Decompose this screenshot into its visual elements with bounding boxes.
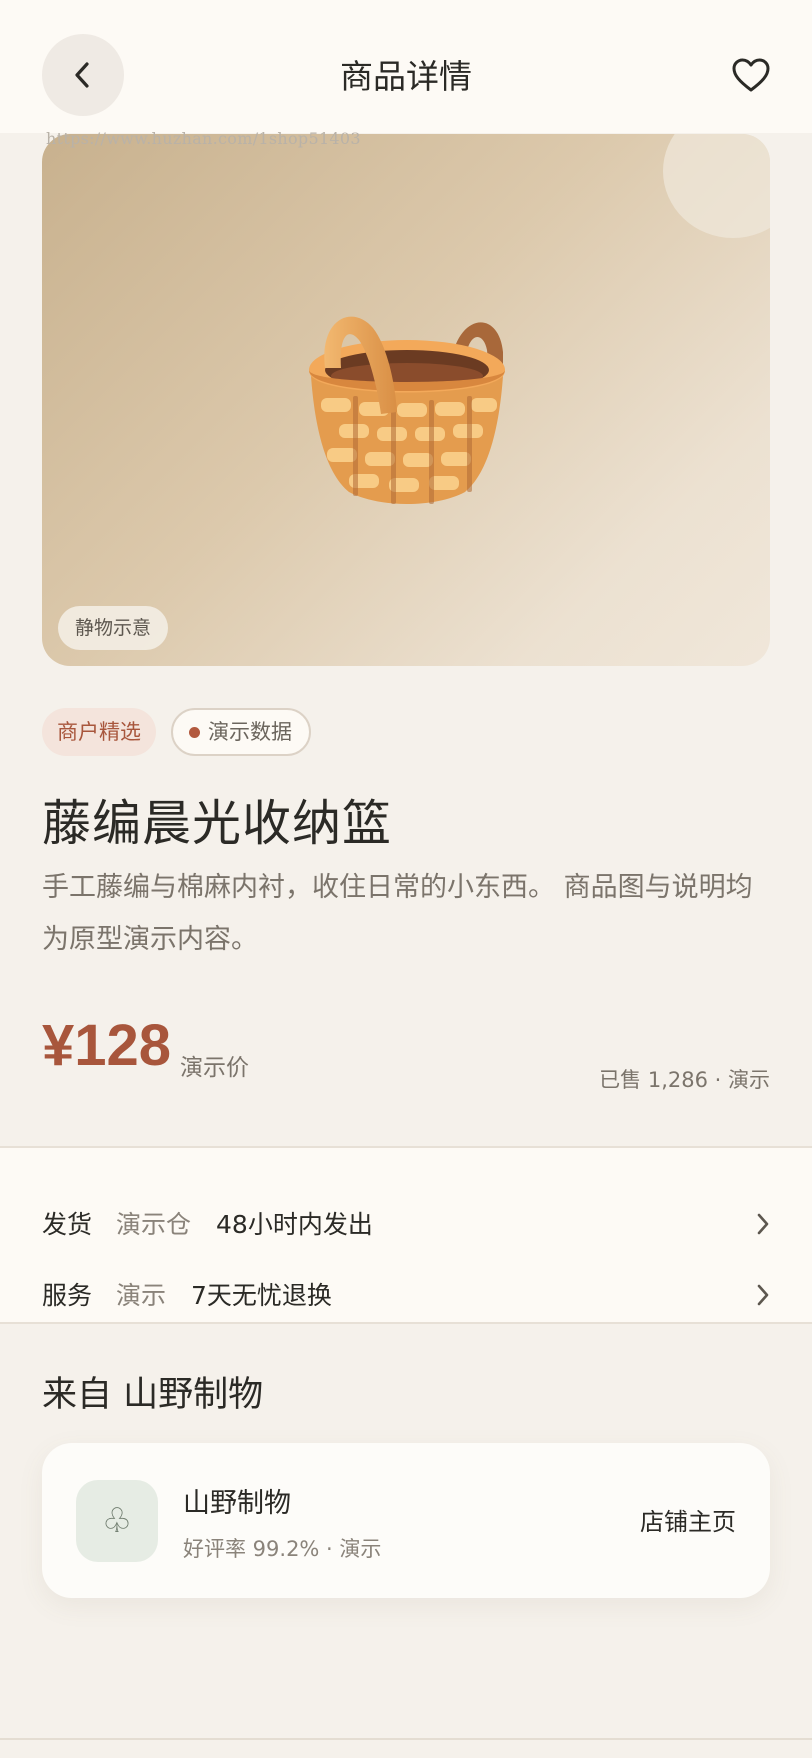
info-section: 发货 演示仓 48小时内发出 服务 演示 7天无忧退换 — [0, 1146, 812, 1324]
price-label: 演示价 — [180, 1055, 249, 1081]
store-name: 山野制物 — [183, 1488, 291, 1519]
service-key: 服务 — [42, 1281, 93, 1310]
top-bar: 商品详情 — [0, 0, 812, 133]
divider — [0, 1738, 812, 1740]
price: ¥128 — [42, 1013, 172, 1078]
store-rating: 好评率 99.2% · 演示 — [183, 1537, 382, 1561]
page-title: 商品详情 — [340, 57, 472, 96]
shipping-row[interactable]: 发货 演示仓 48小时内发出 — [42, 1198, 770, 1248]
shipping-key: 发货 — [42, 1210, 93, 1239]
store-home-link[interactable]: 店铺主页 — [640, 1502, 736, 1537]
shipping-meta: 演示仓 — [116, 1210, 192, 1239]
decorative-circle — [663, 134, 770, 238]
service-row[interactable]: 服务 演示 7天无忧退换 — [42, 1269, 770, 1319]
chevron-right-icon — [757, 1213, 769, 1235]
shipping-value: 48小时内发出 — [216, 1210, 373, 1239]
image-badge: 静物示意 — [58, 606, 169, 650]
product-description: 手工藤编与棉麻内衬，收住日常的小东西。 商品图与说明均为原型演示内容。 — [42, 872, 753, 955]
store-section-heading: 来自 山野制物 — [42, 1375, 264, 1415]
sold-count: 已售 1,286 · 演示 — [599, 1068, 770, 1092]
clover-icon: ♧ — [101, 1501, 133, 1541]
service-value: 7天无忧退换 — [191, 1281, 332, 1310]
heart-outline-icon — [732, 58, 770, 92]
basket-icon — [309, 316, 505, 504]
dot-icon — [189, 726, 200, 738]
demo-data-tag-label: 演示数据 — [208, 720, 292, 744]
service-meta: 演示 — [116, 1281, 167, 1310]
watermark-text: https://www.huzhan.com/1shop51403 — [46, 129, 361, 148]
chevron-right-icon — [757, 1284, 769, 1306]
product-title: 藤编晨光收纳篮 — [42, 795, 393, 852]
merchant-tag: 商户精选 — [42, 708, 156, 756]
store-card[interactable]: ♧ 山野制物 好评率 99.2% · 演示 店铺主页 — [42, 1443, 770, 1598]
demo-data-tag: 演示数据 — [171, 708, 311, 756]
favorite-button[interactable] — [728, 52, 774, 98]
store-logo: ♧ — [76, 1480, 158, 1562]
product-image[interactable]: 静物示意 — [42, 134, 770, 666]
